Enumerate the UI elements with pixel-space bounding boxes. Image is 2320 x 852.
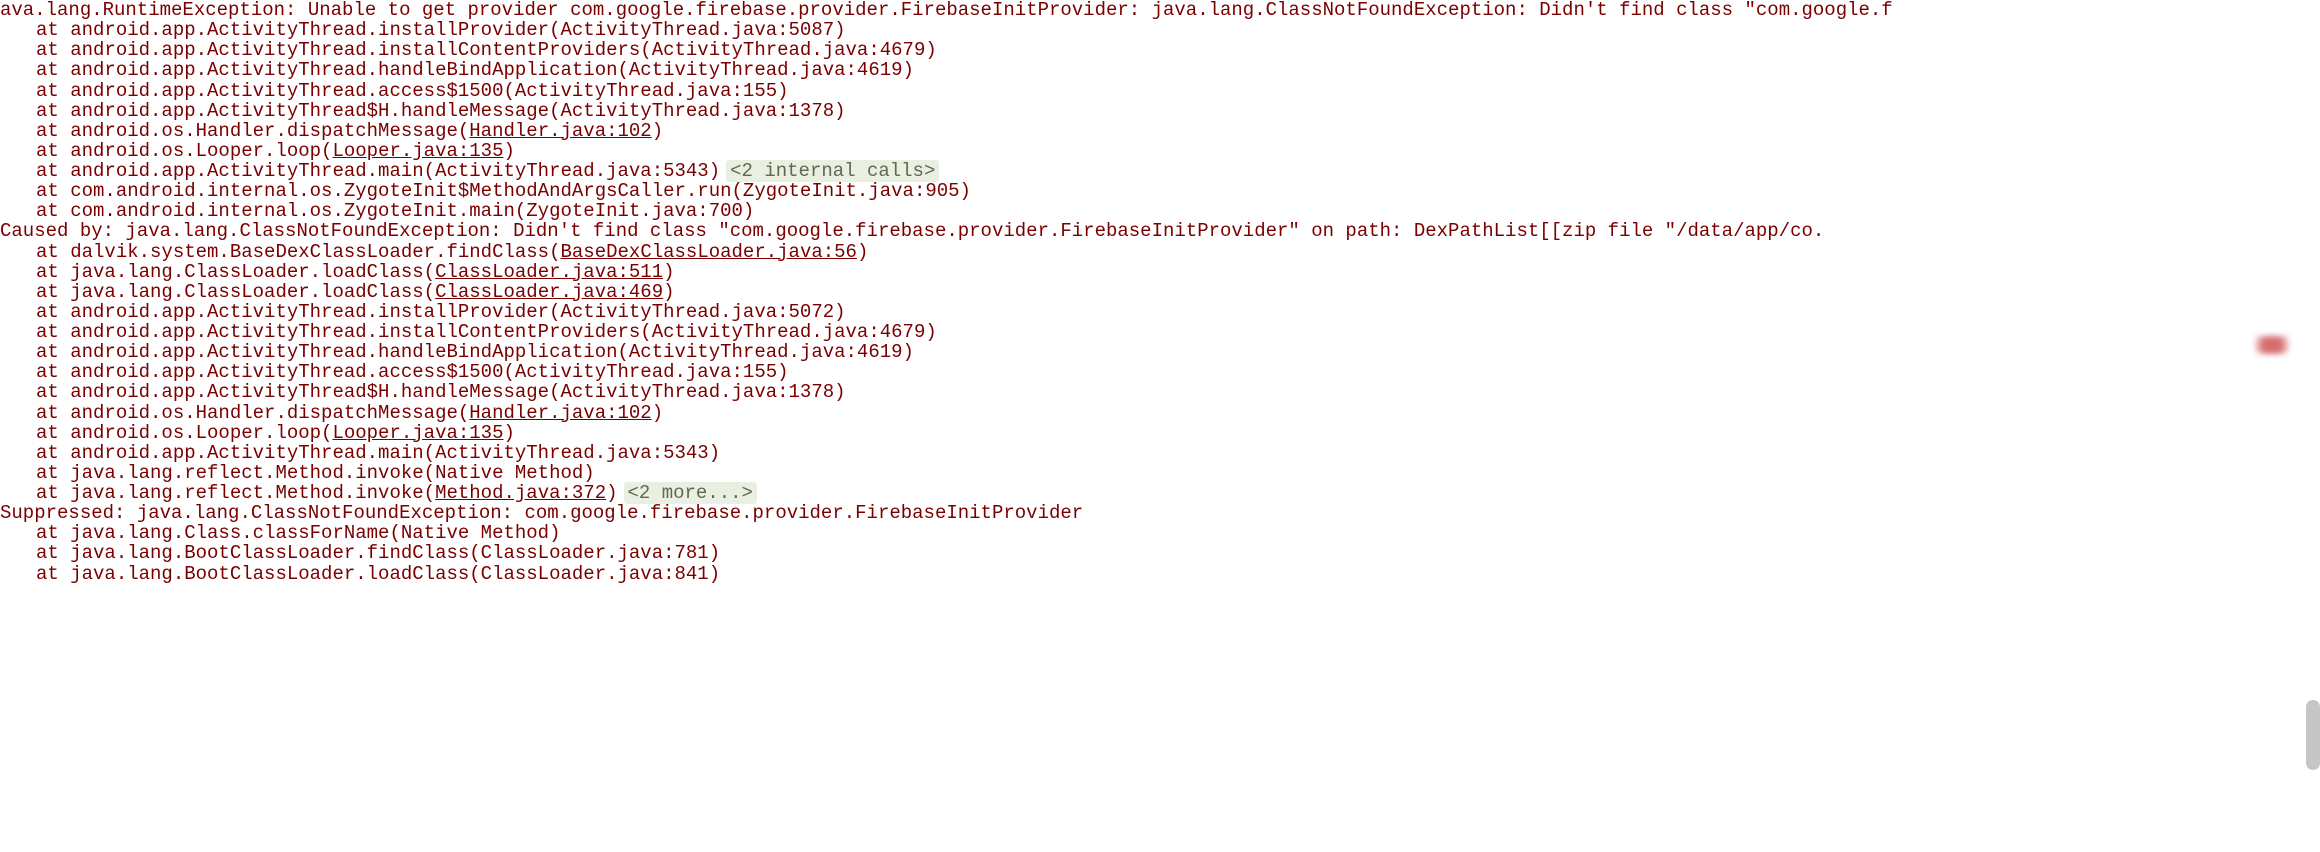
- stack-frame: at java.lang.reflect.Method.invoke(Nativ…: [0, 463, 2320, 483]
- frame-text: at android.app.ActivityThread.installCon…: [36, 39, 937, 61]
- caused-by-header: Caused by: java.lang.ClassNotFoundExcept…: [0, 221, 2320, 241]
- frame-text: at com.android.internal.os.ZygoteInit.ma…: [36, 200, 754, 222]
- frame-text: at dalvik.system.BaseDexClassLoader.find…: [36, 241, 561, 263]
- frame-text: at android.app.ActivityThread.installPro…: [36, 19, 846, 41]
- frame-text-tail: ): [606, 482, 617, 504]
- stack-frame: at android.app.ActivityThread.handleBind…: [0, 60, 2320, 80]
- frame-text-tail: ): [663, 281, 674, 303]
- frame-text: at android.os.Handler.dispatchMessage(: [36, 402, 469, 424]
- frame-text: at android.os.Looper.loop(: [36, 422, 332, 444]
- frame-text: at android.app.ActivityThread.access$150…: [36, 361, 789, 383]
- frame-text: at java.lang.reflect.Method.invoke(: [36, 482, 435, 504]
- frame-text: at android.os.Handler.dispatchMessage(: [36, 120, 469, 142]
- frame-text: at android.app.ActivityThread.access$150…: [36, 80, 789, 102]
- frame-text-tail: ): [652, 402, 663, 424]
- stack-frame: at android.os.Handler.dispatchMessage(Ha…: [0, 121, 2320, 141]
- suppressed-header: Suppressed: java.lang.ClassNotFoundExcep…: [0, 503, 2320, 523]
- stack-frame: at java.lang.ClassLoader.loadClass(Class…: [0, 282, 2320, 302]
- source-link[interactable]: Handler.java:102: [469, 120, 651, 142]
- frame-text: at java.lang.BootClassLoader.findClass(C…: [36, 542, 720, 564]
- frame-text: at android.app.ActivityThread.installCon…: [36, 321, 937, 343]
- frame-text-tail: ): [503, 140, 514, 162]
- frame-text: at android.app.ActivityThread$H.handleMe…: [36, 100, 846, 122]
- stack-frame: at android.app.ActivityThread.installPro…: [0, 302, 2320, 322]
- stack-frame: at java.lang.reflect.Method.invoke(Metho…: [0, 483, 2320, 503]
- source-link[interactable]: BaseDexClassLoader.java:56: [561, 241, 857, 263]
- frame-text: at java.lang.BootClassLoader.loadClass(C…: [36, 563, 720, 585]
- frame-text-tail: ): [663, 261, 674, 283]
- frame-text-tail: ): [503, 422, 514, 444]
- stack-frame: at android.app.ActivityThread.installCon…: [0, 322, 2320, 342]
- frame-text: at java.lang.reflect.Method.invoke(Nativ…: [36, 462, 595, 484]
- frame-text: at android.os.Looper.loop(: [36, 140, 332, 162]
- stack-frame: at java.lang.BootClassLoader.findClass(C…: [0, 543, 2320, 563]
- frame-text: at android.app.ActivityThread.installPro…: [36, 301, 846, 323]
- stack-frame: at android.os.Looper.loop(Looper.java:13…: [0, 423, 2320, 443]
- stack-frame: at android.app.ActivityThread.handleBind…: [0, 342, 2320, 362]
- stack-trace-console: ava.lang.RuntimeException: Unable to get…: [0, 0, 2320, 584]
- vertical-scrollbar-thumb[interactable]: [2306, 700, 2320, 770]
- source-link[interactable]: Handler.java:102: [469, 402, 651, 424]
- redaction-smudge: [2250, 336, 2294, 354]
- frame-text: at java.lang.ClassLoader.loadClass(: [36, 281, 435, 303]
- stack-frame: at android.app.ActivityThread.installCon…: [0, 40, 2320, 60]
- stack-frame: at java.lang.ClassLoader.loadClass(Class…: [0, 262, 2320, 282]
- stack-frame: at android.app.ActivityThread.main(Activ…: [0, 161, 2320, 181]
- stack-frame: at android.app.ActivityThread.installPro…: [0, 20, 2320, 40]
- stack-frame: at android.app.ActivityThread.main(Activ…: [0, 443, 2320, 463]
- stack-frame: at android.app.ActivityThread.access$150…: [0, 81, 2320, 101]
- frame-text: at java.lang.Class.classForName(Native M…: [36, 522, 561, 544]
- frame-text: at android.app.ActivityThread.main(Activ…: [36, 160, 720, 182]
- frame-text: at java.lang.ClassLoader.loadClass(: [36, 261, 435, 283]
- stack-frame: at android.app.ActivityThread$H.handleMe…: [0, 382, 2320, 402]
- frame-text: at android.app.ActivityThread.main(Activ…: [36, 442, 720, 464]
- frame-text: at android.app.ActivityThread$H.handleMe…: [36, 381, 846, 403]
- stack-frame: at com.android.internal.os.ZygoteInit$Me…: [0, 181, 2320, 201]
- stack-frame: at android.app.ActivityThread$H.handleMe…: [0, 101, 2320, 121]
- collapsed-frames-note[interactable]: <2 more...>: [624, 482, 757, 504]
- stack-frame: at java.lang.BootClassLoader.loadClass(C…: [0, 564, 2320, 584]
- collapsed-frames-note[interactable]: <2 internal calls>: [726, 160, 939, 182]
- source-link[interactable]: Looper.java:135: [332, 140, 503, 162]
- stack-frame: at android.app.ActivityThread.access$150…: [0, 362, 2320, 382]
- source-link[interactable]: Method.java:372: [435, 482, 606, 504]
- frame-text-tail: ): [857, 241, 868, 263]
- frame-text: at com.android.internal.os.ZygoteInit$Me…: [36, 180, 971, 202]
- source-link[interactable]: Looper.java:135: [332, 422, 503, 444]
- stack-frame: at com.android.internal.os.ZygoteInit.ma…: [0, 201, 2320, 221]
- frame-text-tail: ): [652, 120, 663, 142]
- frame-text: at android.app.ActivityThread.handleBind…: [36, 59, 914, 81]
- frame-text: at android.app.ActivityThread.handleBind…: [36, 341, 914, 363]
- source-link[interactable]: ClassLoader.java:511: [435, 261, 663, 283]
- stack-frame: at android.os.Handler.dispatchMessage(Ha…: [0, 403, 2320, 423]
- source-link[interactable]: ClassLoader.java:469: [435, 281, 663, 303]
- stack-frame: at android.os.Looper.loop(Looper.java:13…: [0, 141, 2320, 161]
- stack-frame: at java.lang.Class.classForName(Native M…: [0, 523, 2320, 543]
- exception-header: ava.lang.RuntimeException: Unable to get…: [0, 0, 2320, 20]
- stack-frame: at dalvik.system.BaseDexClassLoader.find…: [0, 242, 2320, 262]
